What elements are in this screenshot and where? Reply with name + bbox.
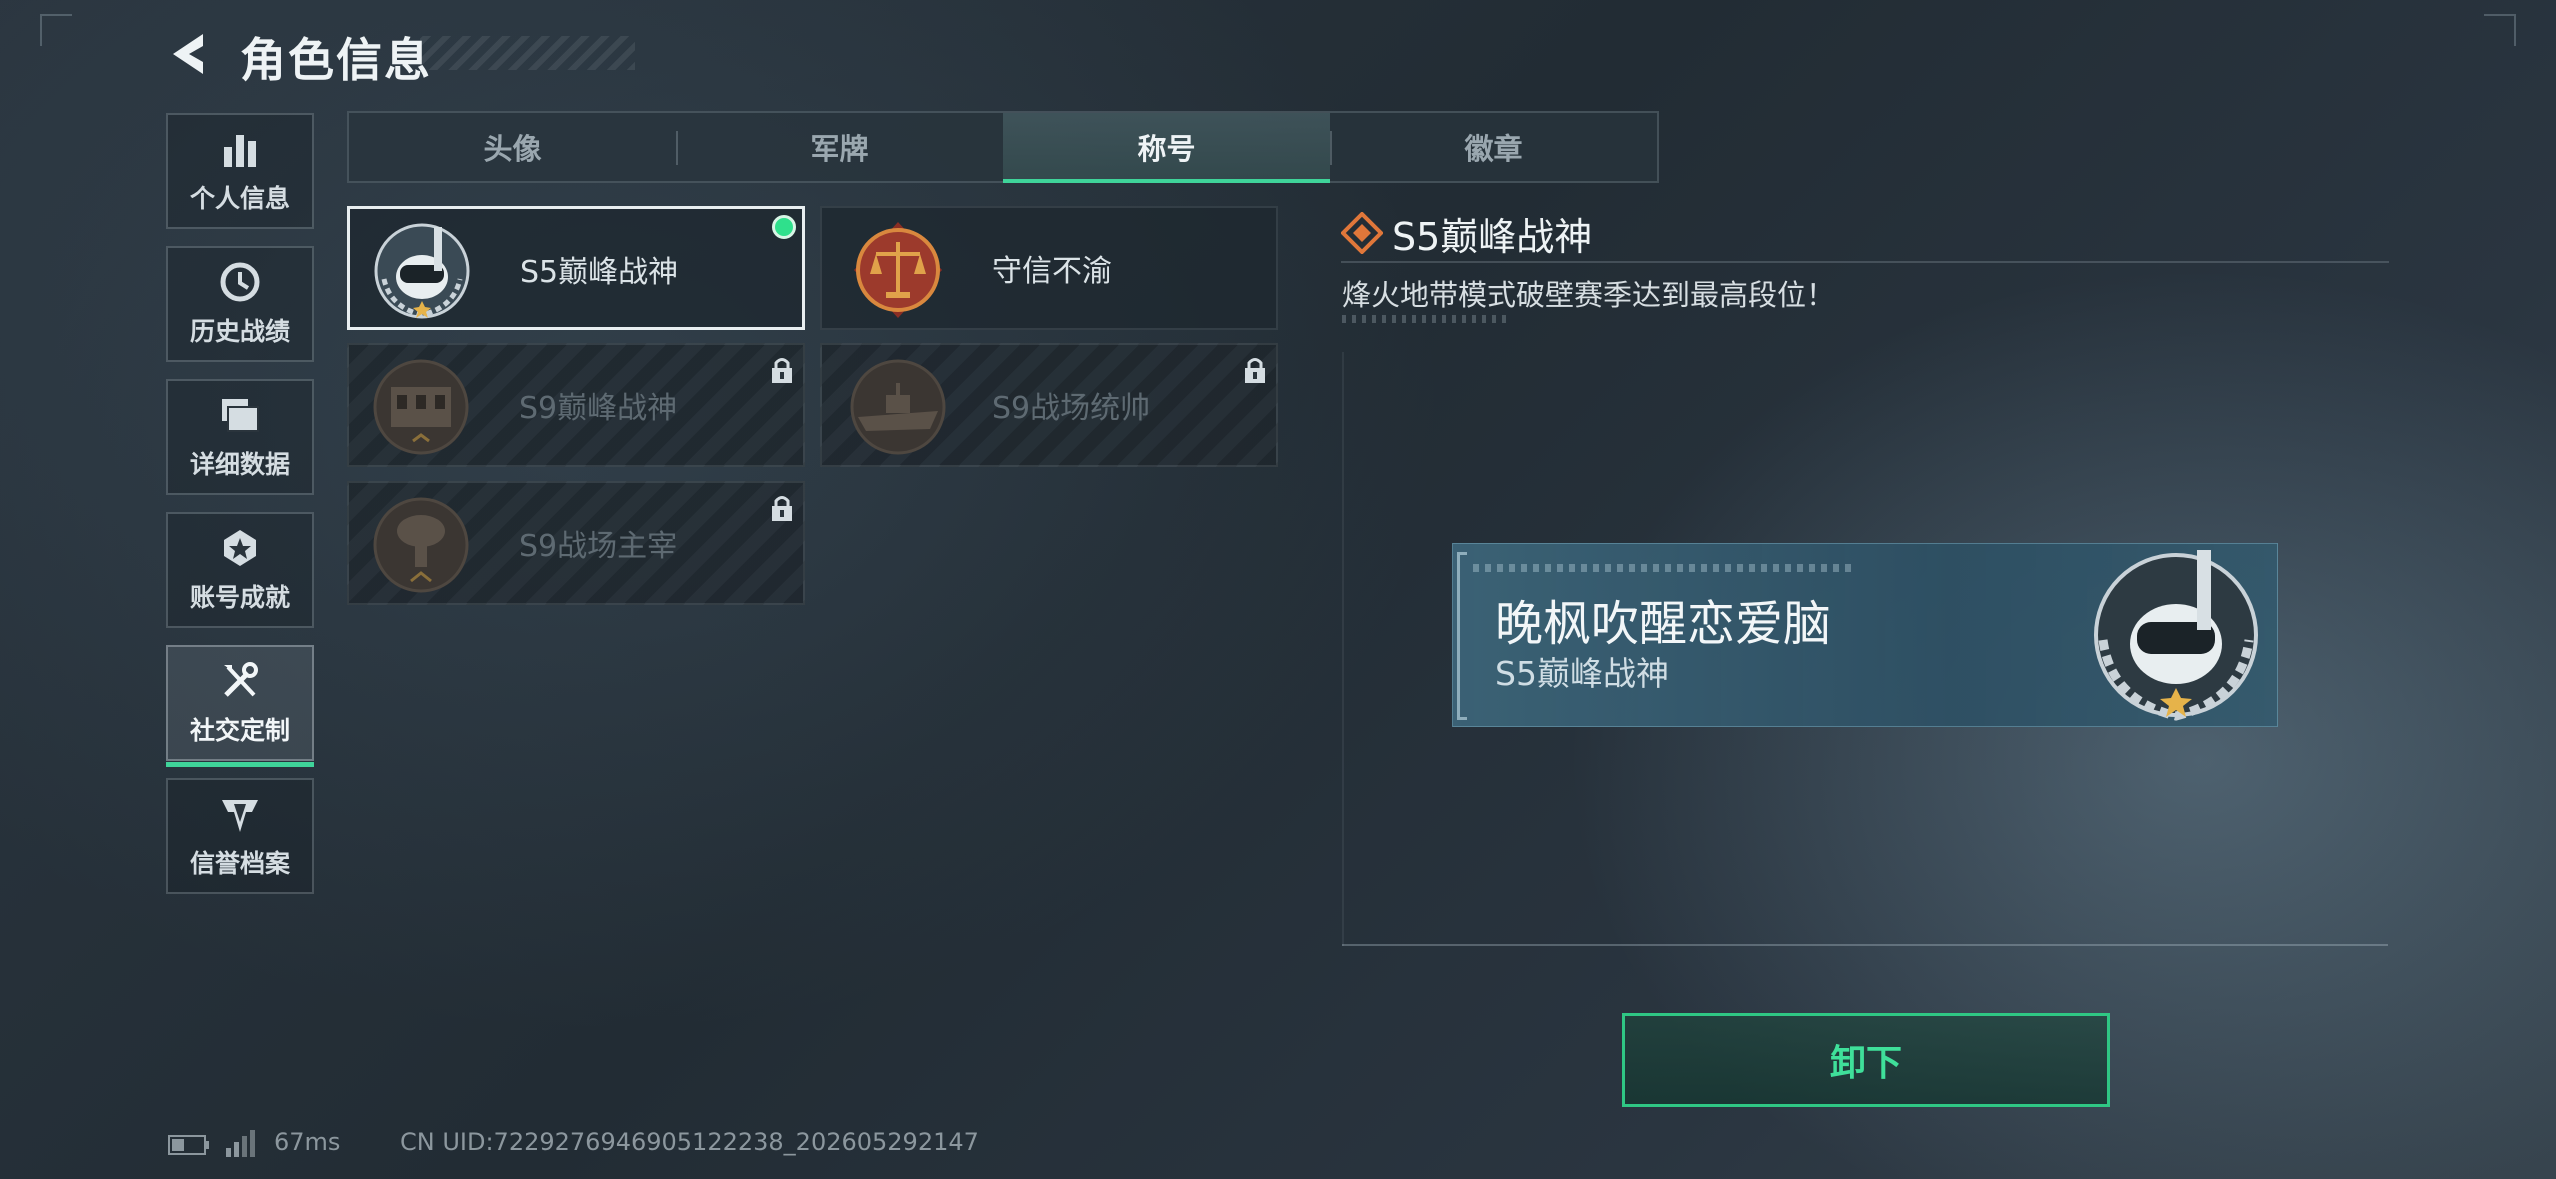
sidebar-item-personal-info[interactable]: 个人信息 bbox=[166, 113, 314, 229]
unequip-button[interactable]: 卸下 bbox=[1622, 1013, 2110, 1107]
sidebar-item-label: 详细数据 bbox=[189, 450, 290, 479]
player-title: S5巅峰战神 bbox=[1495, 654, 1669, 693]
player-name-card-preview: 晚枫吹醒恋爱脑 S5巅峰战神 bbox=[1452, 543, 2278, 727]
sidebar-item-reputation[interactable]: 信誉档案 bbox=[166, 778, 314, 894]
fortress-emblem bbox=[373, 359, 469, 455]
tab-title[interactable]: 称号 bbox=[1003, 113, 1330, 183]
title-card-keep-faith[interactable]: 守信不渝 bbox=[820, 206, 1278, 330]
detail-decoration bbox=[1342, 315, 1512, 323]
title-card-s9-commander[interactable]: S9战场统帅 bbox=[820, 343, 1278, 467]
battery-icon bbox=[168, 1135, 209, 1155]
sidebar-item-label: 信誉档案 bbox=[189, 849, 290, 878]
title-card-name: 守信不渝 bbox=[992, 254, 1112, 289]
mushroom-cloud-emblem bbox=[373, 497, 469, 593]
title-card-name: S9战场统帅 bbox=[992, 391, 1151, 426]
sidebar-item-history[interactable]: 历史战绩 bbox=[166, 246, 314, 362]
card-bracket bbox=[1457, 552, 1467, 720]
diver-skull-emblem bbox=[2094, 550, 2258, 721]
back-arrow-icon[interactable] bbox=[165, 30, 217, 78]
title-card-s9-dominator[interactable]: S9战场主宰 bbox=[347, 481, 805, 605]
title-card-name: S9巅峰战神 bbox=[519, 391, 678, 426]
title-decoration bbox=[420, 36, 635, 70]
ping-readout: 67ms bbox=[274, 1128, 341, 1156]
frame-corner bbox=[40, 14, 72, 46]
lock-icon bbox=[772, 358, 792, 383]
detail-title: S5巅峰战神 bbox=[1392, 215, 1593, 259]
title-card-s9-peak-god[interactable]: S9巅峰战神 bbox=[347, 343, 805, 467]
folder-icon bbox=[222, 399, 259, 432]
detail-divider bbox=[1341, 261, 2389, 263]
tab-bar: 头像 军牌 称号 徽章 bbox=[347, 111, 1659, 183]
card-decoration bbox=[1473, 564, 1853, 572]
user-uid: CN UID:7229276946905122238_202605292147 bbox=[400, 1128, 979, 1156]
title-card-s5-peak-god[interactable]: S5巅峰战神 bbox=[347, 206, 805, 330]
lock-icon bbox=[772, 496, 792, 521]
bar-chart-icon bbox=[224, 135, 256, 167]
frame-corner bbox=[2484, 14, 2516, 46]
sidebar-item-label: 历史战绩 bbox=[189, 317, 290, 346]
sidebar-item-label: 账号成就 bbox=[189, 583, 290, 612]
sidebar-item-details[interactable]: 详细数据 bbox=[166, 379, 314, 495]
sidebar-item-label: 个人信息 bbox=[189, 184, 290, 213]
shield-wings-icon bbox=[222, 800, 258, 832]
tab-badge[interactable]: 徽章 bbox=[1330, 113, 1657, 181]
tab-avatar[interactable]: 头像 bbox=[349, 113, 676, 181]
equipped-indicator bbox=[772, 215, 796, 239]
lock-icon bbox=[1245, 358, 1265, 383]
preview-divider bbox=[1342, 944, 2388, 946]
sidebar-item-achievements[interactable]: 账号成就 bbox=[166, 512, 314, 628]
diver-skull-emblem bbox=[374, 223, 470, 319]
warship-emblem bbox=[850, 359, 946, 455]
achievement-star-icon bbox=[224, 530, 256, 566]
title-card-name: S5巅峰战神 bbox=[520, 255, 679, 290]
history-clock-icon bbox=[220, 262, 260, 302]
detail-description: 烽火地带模式破壁赛季达到最高段位！ bbox=[1342, 278, 1836, 312]
title-card-name: S9战场主宰 bbox=[519, 529, 678, 564]
signal-icon bbox=[226, 1130, 255, 1157]
page-title: 角色信息 bbox=[240, 33, 432, 87]
diamond-icon bbox=[1341, 212, 1383, 254]
tools-icon bbox=[224, 662, 258, 697]
player-name: 晚枫吹醒恋爱脑 bbox=[1495, 596, 1832, 652]
scales-emblem bbox=[854, 222, 942, 318]
tab-dogtag[interactable]: 军牌 bbox=[676, 113, 1003, 181]
sidebar-item-label: 社交定制 bbox=[189, 716, 290, 745]
sidebar-item-social-custom[interactable]: 社交定制 bbox=[166, 645, 314, 767]
